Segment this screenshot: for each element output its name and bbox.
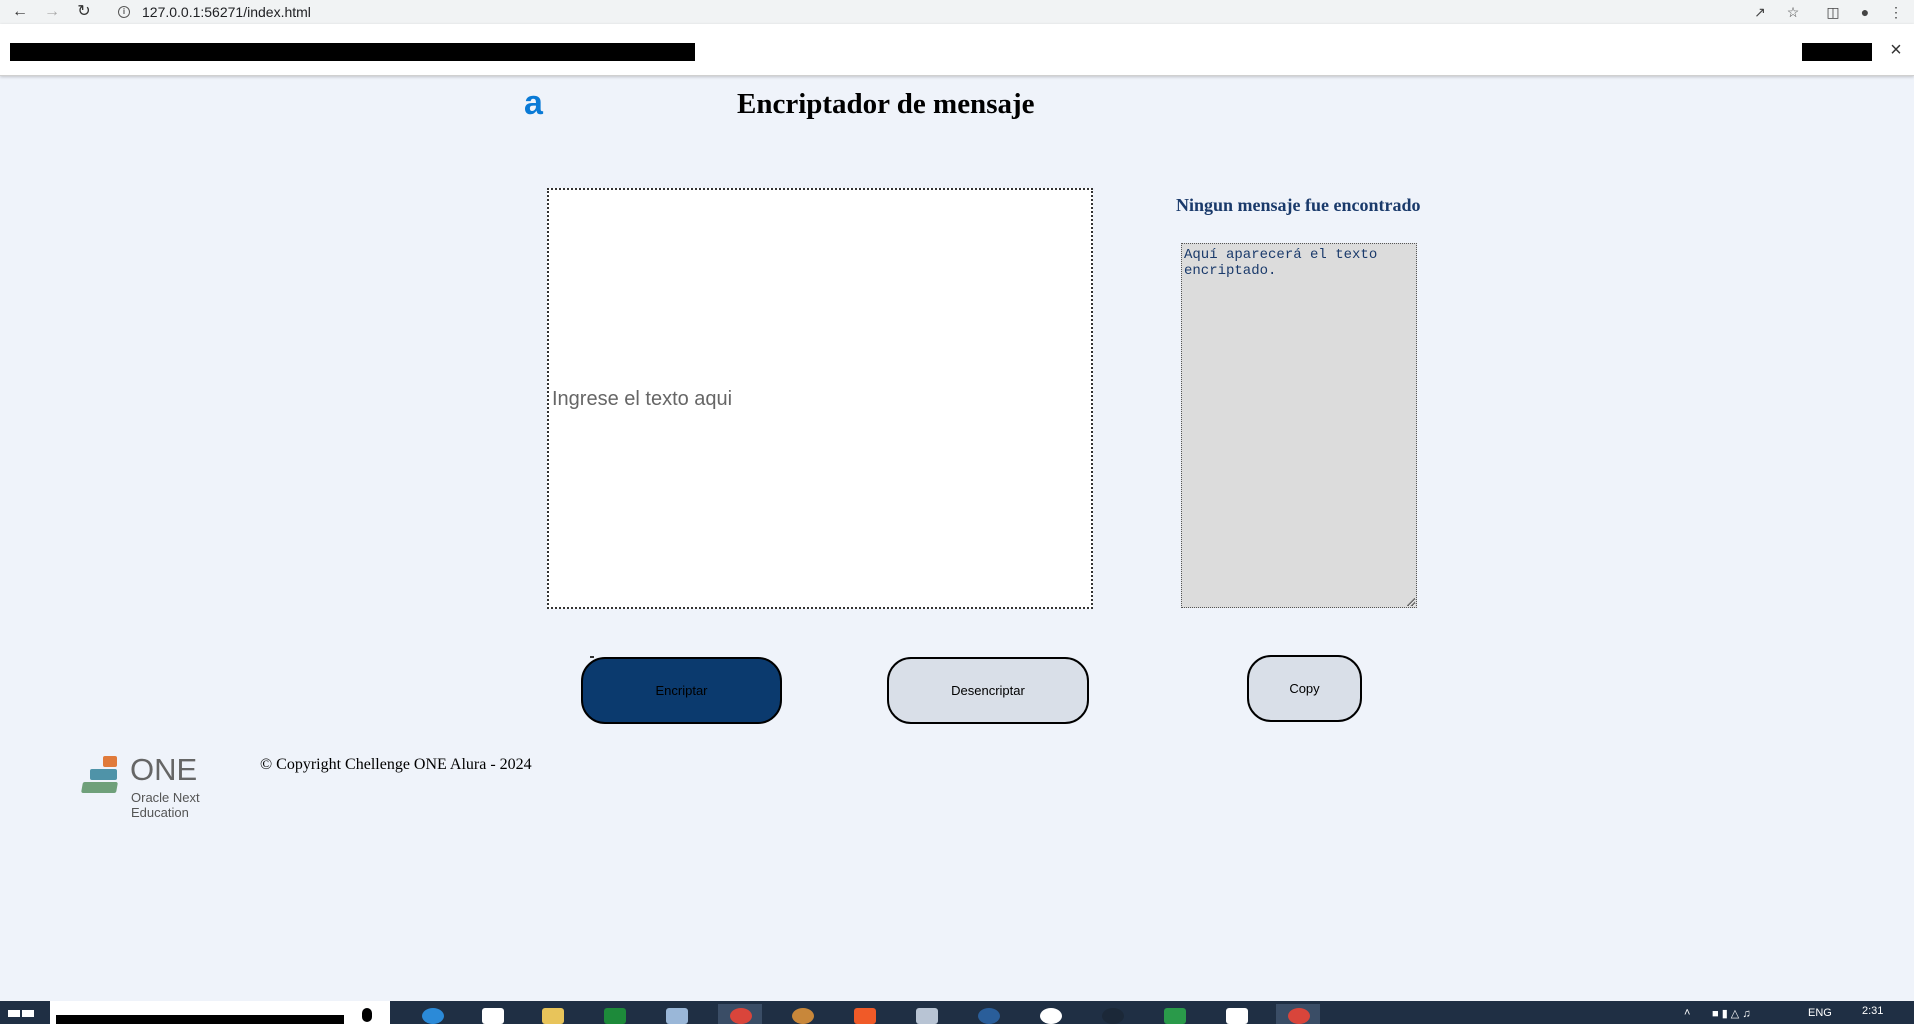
url-text: 127.0.0.1:56271/index.html [142,4,311,20]
info-icon[interactable]: i [118,6,130,18]
app-icon[interactable] [1214,1004,1258,1024]
redacted-block [1802,43,1872,61]
decrypt-button[interactable]: Desencriptar [887,657,1089,724]
app-icon[interactable] [966,1004,1010,1024]
chrome-icon[interactable] [718,1004,762,1024]
status-heading: Ningun mensaje fue encontrado [1176,195,1421,215]
windows-start-icon[interactable] [8,1007,36,1024]
star-icon[interactable]: ☆ [1783,2,1803,22]
app-icon[interactable] [904,1004,948,1024]
microphone-icon[interactable] [362,1008,372,1022]
taskbar-search[interactable] [50,1001,390,1024]
language-indicator[interactable]: ENG [1808,1007,1832,1019]
menu-icon[interactable]: ⋮ [1886,2,1906,22]
input-container [547,188,1093,609]
share-icon[interactable]: ↗ [1750,2,1770,22]
file-explorer-icon[interactable] [530,1004,574,1024]
redacted-block [10,43,695,61]
infobar: × [0,24,1914,76]
app-icon[interactable] [654,1004,698,1024]
address-bar[interactable]: i 127.0.0.1:56271/index.html [108,1,1778,23]
copyright-text: © Copyright Chellenge ONE Alura - 2024 [260,756,532,773]
tray-icons[interactable]: ■ ▮ △ ♫ [1712,1007,1751,1020]
close-icon[interactable]: × [1886,40,1906,60]
alura-logo: a [524,84,543,122]
edge-icon[interactable] [410,1004,454,1024]
brave-icon[interactable] [842,1004,886,1024]
taskbar: ˄ ■ ▮ △ ♫ ENG 2:31 [0,1001,1914,1024]
logo-bar [90,769,117,780]
profile-icon[interactable]: ● [1855,2,1875,22]
logo-bar [103,756,117,767]
logo-subtitle: Education [131,805,189,820]
page-title: Encriptador de mensaje [737,88,1035,120]
forward-icon[interactable]: → [42,2,62,22]
output-text[interactable] [1182,244,1416,607]
logo-subtitle: Oracle Next [131,790,200,805]
store-icon[interactable] [592,1004,636,1024]
redacted-block [56,1015,344,1024]
copy-button[interactable]: Copy [1247,655,1362,722]
tray-chevron-icon[interactable]: ˄ [1684,1007,1690,1019]
taskbar-clock[interactable]: 2:31 [1862,1005,1883,1017]
one-logo: ONE Oracle Next Education [80,752,210,822]
side-panel-icon[interactable]: ◫ [1823,2,1843,22]
steam-icon[interactable] [1090,1004,1134,1024]
yandex-icon[interactable] [1028,1004,1072,1024]
decorative-mark [590,656,594,658]
logo-bar [81,782,118,793]
app-icon[interactable] [470,1004,514,1024]
reload-icon[interactable]: ↻ [74,2,94,22]
resize-grip-icon[interactable] [1407,598,1415,606]
logo-text: ONE [130,752,198,787]
back-icon[interactable]: ← [10,2,30,22]
encrypt-button[interactable]: Encriptar [581,657,782,724]
chrome-icon[interactable] [1276,1004,1320,1024]
app-icon[interactable] [1152,1004,1196,1024]
output-container [1181,243,1417,608]
app-icon[interactable] [780,1004,824,1024]
message-input[interactable] [549,190,1091,607]
browser-toolbar: ← → ↻ i 127.0.0.1:56271/index.html ↗ ☆ ◫… [0,0,1914,24]
